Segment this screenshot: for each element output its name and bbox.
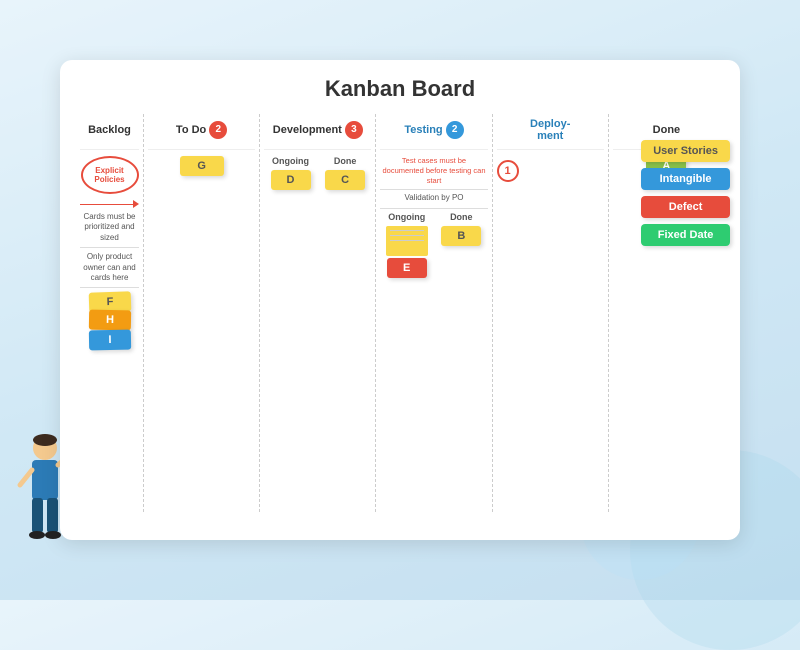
testing-badge: 2	[446, 121, 464, 139]
dev-done: Done C	[319, 156, 372, 190]
legend-intangible: Intangible	[641, 168, 730, 190]
deployment-badge: 1	[497, 160, 519, 182]
testing-ongoing-label: Ongoing	[380, 212, 433, 222]
validation-text: Validation by PO	[380, 193, 487, 203]
column-deployment: Deploy-ment 1	[493, 114, 609, 512]
testing-ongoing: Ongoing E	[380, 212, 433, 280]
columns-wrapper: Backlog Explicit Policies Cards must be …	[76, 114, 724, 512]
legend: User Stories Intangible Defect Fixed Dat…	[641, 140, 730, 246]
dev-badge: 3	[345, 121, 363, 139]
column-todo: To Do 2 G	[144, 114, 260, 512]
testing-done: Done B	[435, 212, 488, 280]
todo-badge: 2	[209, 121, 227, 139]
col-label-deployment: Deploy-ment	[530, 118, 570, 142]
legend-user-stories: User Stories	[641, 140, 730, 162]
col-header-deployment: Deploy-ment	[497, 114, 604, 150]
col-header-testing: Testing 2	[380, 114, 487, 150]
card-I: I	[88, 330, 130, 351]
board-title: Kanban Board	[76, 76, 724, 102]
policies-label: Explicit Policies	[91, 166, 129, 184]
dev-ongoing-label: Ongoing	[264, 156, 317, 166]
testing-divider2	[380, 208, 487, 209]
dev-ongoing: Ongoing D	[264, 156, 317, 190]
col-label-done: Done	[653, 124, 681, 136]
column-testing: Testing 2 Test cases must be documented …	[376, 114, 492, 512]
col-label-testing: Testing	[404, 124, 442, 136]
column-development: Development 3 Ongoing D Done C	[260, 114, 376, 512]
testing-divider	[380, 189, 487, 190]
col-header-backlog: Backlog	[80, 114, 139, 150]
policy-text-2: Only product owner can and cards here	[80, 252, 139, 283]
col-label-dev: Development	[273, 124, 342, 136]
card-G: G	[180, 156, 224, 176]
testing-policy: Test cases must be documented before tes…	[380, 156, 487, 185]
backlog-cards: F H I	[89, 292, 131, 350]
col-header-dev: Development 3	[264, 114, 371, 150]
testing-done-label: Done	[435, 212, 488, 222]
legend-fixed-date: Fixed Date	[641, 224, 730, 246]
policy-text-1: Cards must be prioritized and sized	[80, 212, 139, 243]
col-label-todo: To Do	[176, 124, 206, 136]
card-E: E	[387, 258, 427, 278]
col-label-backlog: Backlog	[88, 124, 131, 136]
card-H: H	[88, 310, 130, 331]
testing-sub-columns: Ongoing E Done B	[380, 212, 487, 280]
legend-defect: Defect	[641, 196, 730, 218]
ongoing-note	[386, 226, 428, 256]
card-D: D	[271, 170, 311, 190]
kanban-board: Kanban Board Backlog Explicit Policies C…	[60, 60, 740, 540]
dev-sub-columns: Ongoing D Done C	[264, 156, 371, 190]
card-C: C	[325, 170, 365, 190]
divider2	[80, 287, 139, 288]
card-B: B	[441, 226, 481, 246]
dev-done-label: Done	[319, 156, 372, 166]
divider	[80, 247, 139, 248]
explicit-policies-badge: Explicit Policies	[81, 156, 139, 194]
col-header-todo: To Do 2	[148, 114, 255, 150]
column-backlog: Backlog Explicit Policies Cards must be …	[76, 114, 144, 512]
